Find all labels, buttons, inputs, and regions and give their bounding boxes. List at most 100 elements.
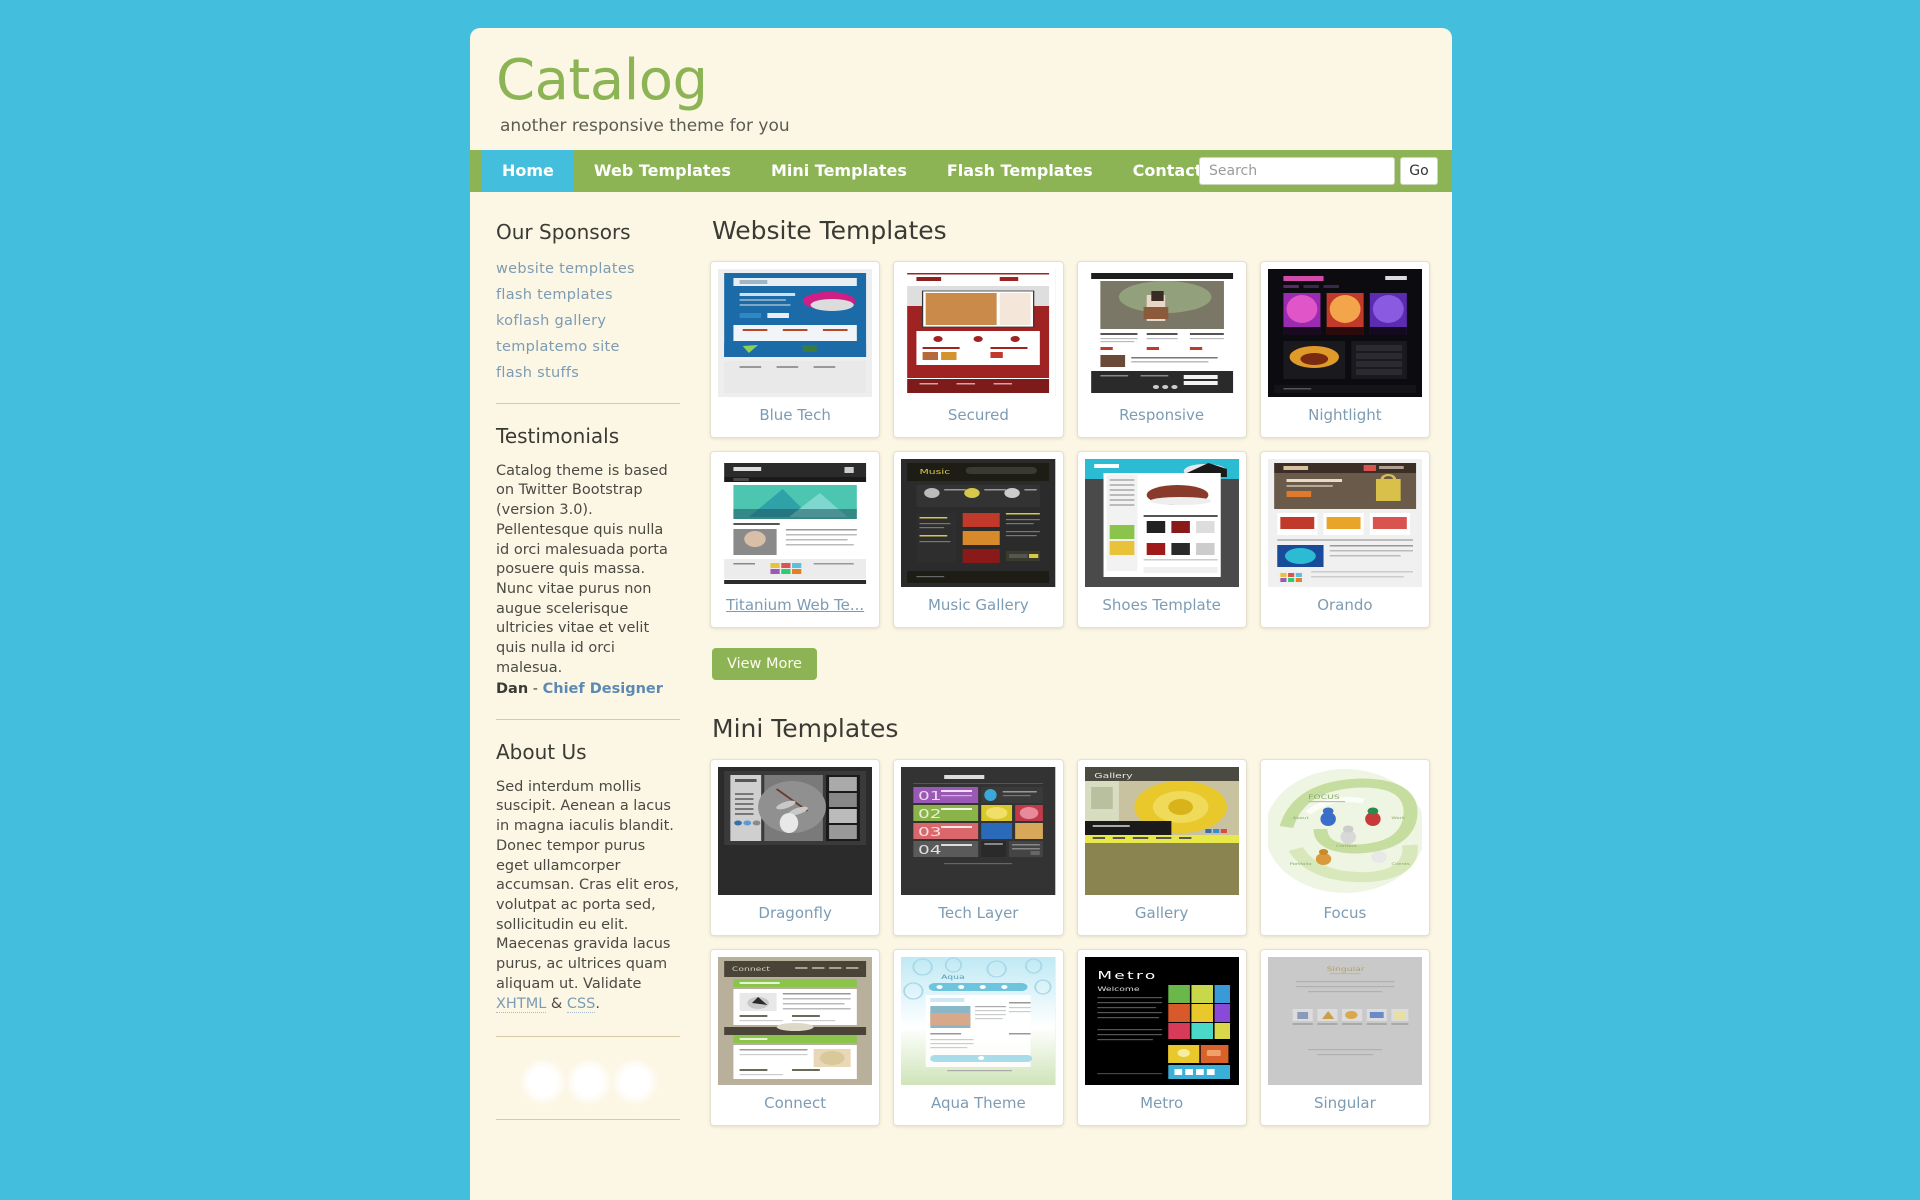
template-card-music-gallery[interactable]: Music Music Gallery: [893, 450, 1064, 628]
template-card-connect[interactable]: Connect Connect: [710, 948, 881, 1126]
site-title: Catalog: [496, 48, 708, 113]
thumbnail-tech-layer: 01 02 03 04: [901, 766, 1056, 895]
thumbnail-focus: FOCUS About Work Contact Portfolio Clien…: [1267, 766, 1422, 895]
template-card-blue-tech[interactable]: Blue Tech: [710, 260, 881, 438]
template-card-singular[interactable]: Singular Singular: [1259, 948, 1430, 1126]
card-label: Secured: [947, 405, 1009, 424]
sidebar: Our Sponsors website templates flash tem…: [470, 192, 702, 1161]
search-input[interactable]: [1199, 156, 1395, 185]
card-label: Music Gallery: [927, 595, 1029, 614]
sidebar-heading-sponsors: Our Sponsors: [496, 219, 631, 244]
search-go-button[interactable]: Go: [1400, 156, 1438, 185]
nav-links: Home Web Templates Mini Templates Flash …: [482, 149, 1222, 192]
card-label: Orando: [1317, 595, 1373, 614]
sidebar-divider-4: [496, 1119, 680, 1121]
page-background: Catalog another responsive theme for you…: [0, 0, 1920, 1200]
main-navigation: Home Web Templates Mini Templates Flash …: [470, 149, 1452, 192]
xhtml-link[interactable]: XHTML: [496, 995, 547, 1013]
svg-text:Work: Work: [1391, 816, 1405, 821]
template-card-tech-layer[interactable]: 01 02 03 04 Tech Layer: [893, 758, 1064, 936]
view-more-button[interactable]: View More: [712, 647, 817, 680]
template-card-aqua-theme[interactable]: Aqua Aqua Theme: [893, 948, 1064, 1126]
svg-text:Contact: Contact: [1336, 844, 1357, 849]
nav-item-mini-templates[interactable]: Mini Templates: [751, 150, 927, 192]
card-label: Dragonfly: [758, 903, 832, 922]
sponsor-link-flash-templates[interactable]: flash templates: [496, 287, 613, 303]
template-card-orando[interactable]: Orando: [1259, 450, 1430, 628]
template-card-dragonfly[interactable]: Dragonfly: [710, 758, 881, 936]
svg-text:Gallery: Gallery: [1094, 772, 1133, 780]
template-card-nightlight[interactable]: Nightlight: [1259, 260, 1430, 438]
card-label: Aqua Theme: [931, 1093, 1026, 1112]
template-card-titanium[interactable]: Titanium Web Te...: [710, 450, 881, 628]
sidebar-divider-1: [496, 402, 680, 404]
card-label: Shoes Template: [1102, 595, 1221, 614]
sponsor-link-koflash-gallery[interactable]: koflash gallery: [496, 313, 606, 329]
sidebar-divider-2: [496, 718, 680, 720]
template-card-gallery[interactable]: Gallery Gallery: [1076, 758, 1247, 936]
card-label: Connect: [764, 1093, 827, 1112]
sidebar-heading-about: About Us: [496, 739, 587, 764]
testimonial-author: Dan - Chief Designer: [496, 681, 680, 697]
template-card-focus[interactable]: FOCUS About Work Contact Portfolio Clien…: [1259, 758, 1430, 936]
svg-text:Metro: Metro: [1097, 969, 1157, 981]
template-card-responsive[interactable]: Responsive: [1076, 260, 1247, 438]
list-item: templatemo site: [496, 336, 680, 355]
about-body-text: Sed interdum mollis suscipit. Aenean a l…: [496, 778, 679, 992]
about-amp: &: [546, 995, 567, 1012]
card-label: Singular: [1313, 1093, 1376, 1112]
thumbnail-aqua-theme: Aqua: [901, 956, 1056, 1085]
svg-text:03: 03: [918, 825, 942, 839]
list-item: koflash gallery: [496, 310, 680, 329]
mini-templates-title: Mini Templates: [712, 713, 899, 743]
main-content: Website Templates Blue Tech Secured Resp…: [702, 192, 1452, 1166]
svg-text:FOCUS: FOCUS: [1308, 793, 1340, 800]
svg-text:Portfolio: Portfolio: [1289, 862, 1311, 867]
sponsor-list: website templates flash templates koflas…: [496, 258, 680, 381]
card-label: Nightlight: [1308, 405, 1382, 424]
testimonial-author-name: Dan: [496, 680, 529, 697]
svg-text:Connect: Connect: [732, 965, 770, 972]
social-icon-twitter[interactable]: [574, 1067, 604, 1098]
card-label: Titanium Web Te...: [726, 595, 865, 614]
template-card-secured[interactable]: Secured: [893, 260, 1064, 438]
thumbnail-dragonfly: [718, 766, 873, 895]
svg-text:Welcome: Welcome: [1097, 985, 1139, 992]
svg-text:02: 02: [918, 807, 942, 821]
template-card-shoes[interactable]: Shoes Template: [1076, 450, 1247, 628]
sponsor-link-website-templates[interactable]: website templates: [496, 261, 635, 277]
website-templates-grid: Blue Tech Secured Responsive Nightlight …: [710, 260, 1430, 628]
svg-text:Music: Music: [920, 468, 951, 476]
svg-text:Aqua: Aqua: [941, 973, 965, 980]
thumbnail-secured: [901, 268, 1056, 397]
template-card-metro[interactable]: Metro Welcome Metro: [1076, 948, 1247, 1126]
social-links: [528, 1067, 680, 1098]
card-label: Gallery: [1134, 903, 1189, 922]
page-title: Website Templates: [712, 215, 947, 245]
testimonial-body: Catalog theme is based on Twitter Bootst…: [496, 462, 668, 676]
testimonial-author-role[interactable]: Chief Designer: [543, 681, 663, 697]
thumbnail-singular: Singular: [1267, 956, 1422, 1085]
social-icon-facebook[interactable]: [528, 1067, 558, 1098]
svg-text:Singular: Singular: [1326, 965, 1365, 972]
sidebar-divider-3: [496, 1036, 680, 1038]
about-body: Sed interdum mollis suscipit. Aenean a l…: [496, 778, 680, 1015]
list-item: website templates: [496, 258, 680, 277]
body-row: Our Sponsors website templates flash tem…: [470, 192, 1452, 1166]
site-tagline: another responsive theme for you: [500, 115, 790, 136]
sponsor-link-templatemo-site[interactable]: templatemo site: [496, 339, 620, 355]
thumbnail-orando: [1267, 458, 1422, 587]
css-link[interactable]: CSS: [566, 995, 596, 1013]
social-icon-rss[interactable]: [620, 1067, 650, 1098]
nav-item-web-templates[interactable]: Web Templates: [574, 150, 751, 192]
sponsor-link-flash-stuffs[interactable]: flash stuffs: [496, 365, 579, 381]
thumbnail-metro: Metro Welcome: [1084, 956, 1239, 1085]
card-label: Focus: [1323, 903, 1367, 922]
testimonial-author-separator: -: [528, 680, 543, 697]
svg-text:Clients: Clients: [1391, 862, 1410, 867]
nav-item-home[interactable]: Home: [482, 149, 574, 192]
mini-templates-grid: Dragonfly 01 02 03 04 Tech Layer Gallery…: [710, 758, 1430, 1126]
list-item: flash templates: [496, 284, 680, 303]
nav-item-flash-templates[interactable]: Flash Templates: [927, 150, 1113, 192]
thumbnail-responsive: [1084, 268, 1239, 397]
